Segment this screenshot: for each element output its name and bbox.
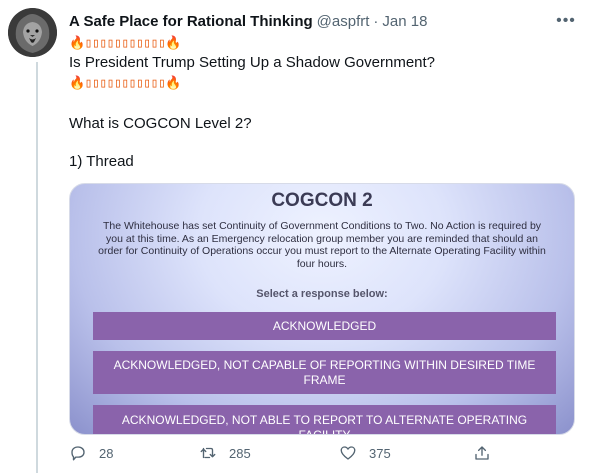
tweet-subheading: What is COGCON Level 2?: [69, 115, 252, 132]
thread-connector-line: [36, 62, 38, 473]
card-body-text: The Whitehouse has set Continuity of Gov…: [98, 220, 546, 270]
like-button[interactable]: 375: [339, 444, 391, 462]
attached-image-card[interactable]: COGCON 2 The Whitehouse has set Continui…: [69, 183, 575, 435]
more-options-icon[interactable]: •••: [555, 10, 577, 32]
reply-count: 28: [99, 445, 114, 461]
like-count: 375: [369, 445, 391, 461]
reply-icon: [71, 446, 85, 461]
separator-dot: ·: [373, 12, 379, 30]
reply-button[interactable]: 28: [69, 444, 113, 462]
retweet-button[interactable]: 285: [199, 444, 251, 462]
retweet-count: 285: [229, 445, 251, 461]
option-not-able-button[interactable]: ACKNOWLEDGED, NOT ABLE TO REPORT TO ALTE…: [93, 405, 556, 434]
card-select-prompt: Select a response below:: [256, 288, 388, 300]
tweet-thread-label: 1) Thread: [69, 153, 134, 170]
tweet-actions-bar: 28 285 375: [69, 444, 499, 468]
heart-icon: [340, 446, 356, 460]
card-title: COGCON 2: [271, 190, 373, 211]
lion-avatar-icon: [8, 8, 57, 57]
option-not-capable-button[interactable]: ACKNOWLEDGED, NOT CAPABLE OF REPORTING W…: [93, 351, 556, 394]
share-icon: [475, 446, 489, 460]
tweet-header: A Safe Place for Rational Thinking @aspf…: [69, 10, 577, 32]
option-acknowledged-button[interactable]: ACKNOWLEDGED: [93, 312, 556, 340]
banner-line-2: 🔥▯▯▯▯▯▯▯▯▯▯▯🔥: [69, 76, 181, 91]
tweet-date[interactable]: Jan 18: [382, 13, 427, 30]
tweet-question: Is President Trump Setting Up a Shadow G…: [69, 54, 436, 71]
share-button[interactable]: [473, 444, 503, 462]
banner-line-1: 🔥▯▯▯▯▯▯▯▯▯▯▯🔥: [69, 36, 181, 51]
author-handle[interactable]: @aspfrt: [317, 13, 370, 30]
avatar[interactable]: [8, 8, 57, 57]
author-name[interactable]: A Safe Place for Rational Thinking: [69, 13, 313, 30]
retweet-icon: [200, 447, 216, 459]
